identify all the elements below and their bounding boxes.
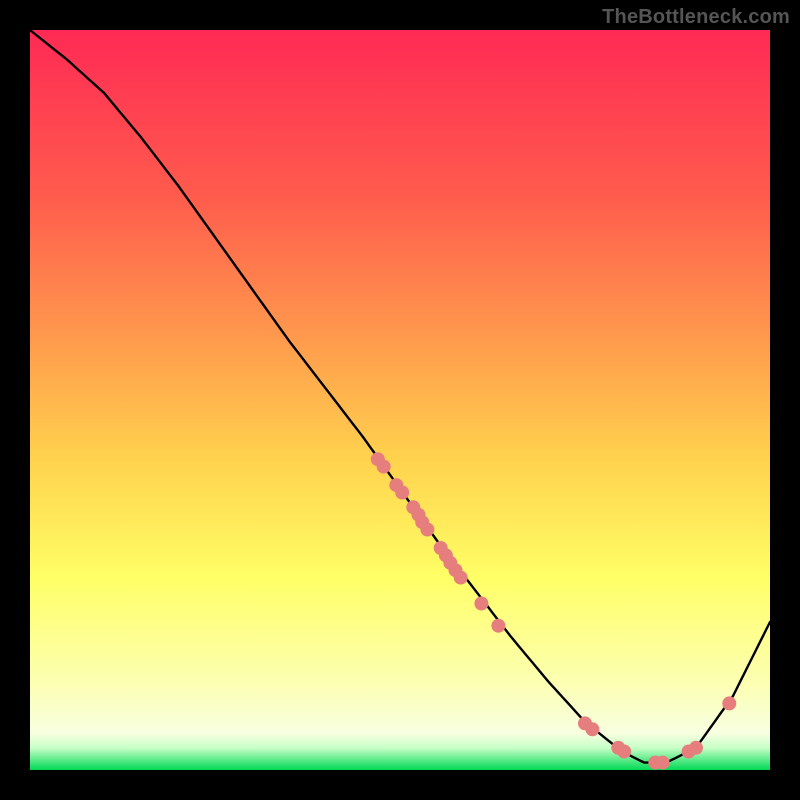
watermark-text: TheBottleneck.com xyxy=(602,6,790,29)
curve-point xyxy=(377,460,391,474)
curve-point xyxy=(656,756,670,770)
curve-point xyxy=(395,486,409,500)
curve-point xyxy=(617,745,631,759)
curve-point xyxy=(722,696,736,710)
curve-point xyxy=(491,619,505,633)
chart-canvas: TheBottleneck.com xyxy=(0,0,800,800)
chart-svg xyxy=(0,0,800,800)
curve-point xyxy=(689,741,703,755)
curve-point xyxy=(454,571,468,585)
curve-point xyxy=(585,722,599,736)
plot-background xyxy=(30,30,770,770)
plot-area xyxy=(30,30,770,770)
curve-point xyxy=(474,597,488,611)
curve-point xyxy=(420,523,434,537)
